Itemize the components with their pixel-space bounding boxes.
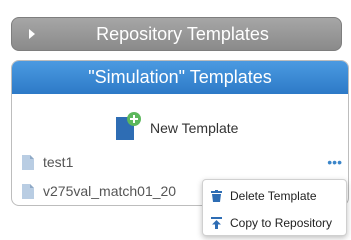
file-icon xyxy=(22,183,34,199)
template-name: v275val_match01_20 xyxy=(43,183,177,199)
new-document-icon xyxy=(116,112,141,140)
repository-templates-header[interactable]: Repository Templates xyxy=(11,17,342,51)
template-item-v275val[interactable]: v275val_match01_20 xyxy=(22,183,176,199)
simulation-templates-header: "Simulation" Templates xyxy=(12,61,348,94)
repository-templates-title: Repository Templates xyxy=(96,23,269,44)
template-name: test1 xyxy=(43,154,74,170)
new-template-button[interactable]: New Template xyxy=(114,111,238,143)
copy-to-repository-label: Copy to Repository xyxy=(230,216,333,230)
simulation-templates-title: "Simulation" Templates xyxy=(88,67,272,87)
delete-template-label: Delete Template xyxy=(230,189,317,203)
template-context-menu: Delete Template Copy to Repository xyxy=(202,179,347,236)
copy-to-repository-menu-item[interactable]: Copy to Repository xyxy=(211,216,332,230)
new-template-label: New Template xyxy=(150,120,239,136)
more-options-icon[interactable]: ••• xyxy=(327,155,342,169)
trash-icon xyxy=(211,190,222,202)
delete-template-menu-item[interactable]: Delete Template xyxy=(211,189,317,203)
upload-icon xyxy=(211,217,222,229)
expand-arrow-icon xyxy=(29,29,35,39)
file-icon xyxy=(22,154,34,170)
template-item-test1[interactable]: test1 xyxy=(22,154,73,170)
